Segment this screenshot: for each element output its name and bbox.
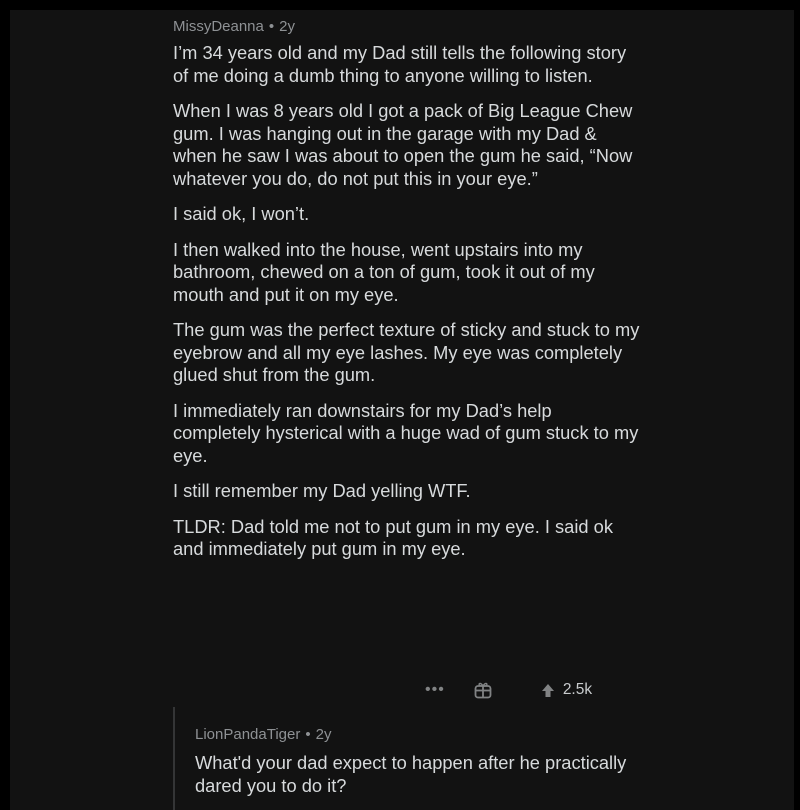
- comment-paragraph: TLDR: Dad told me not to put gum in my e…: [173, 515, 613, 560]
- upvote-arrow-icon[interactable]: [541, 683, 555, 698]
- comment-paragraph: I said ok, I won’t.: [173, 203, 310, 224]
- vote-score: 2.5k: [562, 681, 593, 698]
- reply-body: What'd your dad expect to happen after h…: [195, 752, 635, 797]
- comment-action-bar: ••• 2.5k: [425, 679, 592, 701]
- reply-comment: LionPandaTiger • 2y What'd your dad expect…: [173, 707, 653, 810]
- reply-text: What'd your dad expect to happen after h…: [195, 752, 627, 796]
- comment-paragraph: I immediately ran downstairs for my Dad’…: [173, 399, 639, 466]
- comment-thread-panel: MissyDeanna • 2y I’m 34 years old and my D…: [10, 10, 794, 810]
- reply-content: LionPandaTiger • 2y What'd your dad expect…: [195, 725, 635, 810]
- gift-icon[interactable]: [473, 680, 493, 700]
- more-options-button[interactable]: •••: [425, 682, 445, 698]
- comment-paragraph: The gum was the perfect texture of stick…: [173, 319, 640, 385]
- comment-body: I’m 34 years old and my Dad still tells …: [173, 42, 643, 561]
- comment-paragraph: I still remember my Dad yelling WTF.: [173, 480, 471, 501]
- reply-author[interactable]: LionPandaTiger: [195, 726, 300, 743]
- reply-age: 2y: [315, 726, 332, 743]
- thread-line[interactable]: [173, 707, 175, 810]
- meta-separator: •: [268, 18, 275, 35]
- comment-paragraph: I’m 34 years old and my Dad still tells …: [173, 42, 627, 86]
- upvote-button[interactable]: 2.5k: [541, 681, 592, 699]
- meta-separator: •: [305, 726, 311, 743]
- comment-meta: MissyDeanna • 2y: [173, 17, 643, 37]
- comment-author[interactable]: MissyDeanna: [173, 18, 264, 35]
- comment-paragraph: When I was 8 years old I got a pack of B…: [173, 100, 633, 189]
- comment-paragraph: I then walked into the house, went upsta…: [173, 238, 595, 305]
- comment: MissyDeanna • 2y I’m 34 years old and my D…: [173, 14, 643, 574]
- comment-age: 2y: [279, 18, 295, 35]
- reply-meta: LionPandaTiger • 2y: [195, 725, 635, 745]
- screenshot-frame: MissyDeanna • 2y I’m 34 years old and my D…: [0, 0, 800, 810]
